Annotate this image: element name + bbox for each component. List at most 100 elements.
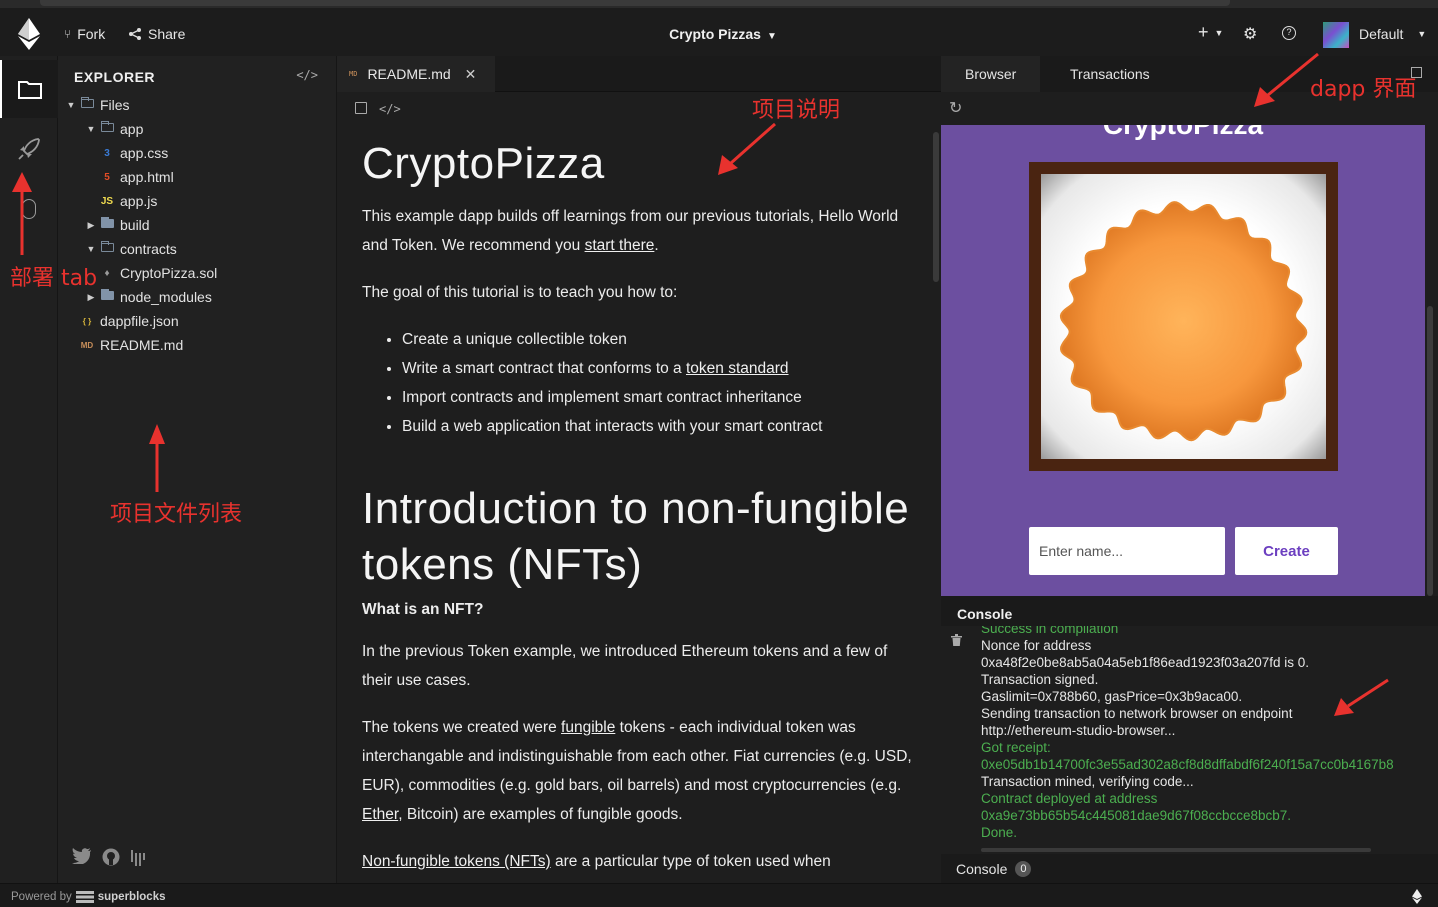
dapp-title: CryptoPizza — [941, 125, 1425, 141]
browser-tab[interactable] — [40, 0, 1230, 6]
editor-tab-bar: MD README.md ✕ — [337, 56, 941, 92]
doc-intro-paragraph: This example dapp builds off learnings f… — [362, 208, 899, 254]
nft-link[interactable]: Non-fungible tokens (NFTs) — [362, 853, 551, 870]
collapse-code-icon[interactable]: </> — [296, 68, 318, 82]
console-count-badge: 0 — [1015, 860, 1032, 877]
tree-item-contracts[interactable]: ▼ contracts — [84, 237, 177, 261]
social-links — [72, 848, 146, 866]
console-line: Sending transaction to network browser o… — [981, 706, 1293, 721]
rocket-icon — [18, 138, 40, 160]
chevron-down-icon: ▼ — [1417, 29, 1427, 39]
sol-file-icon: ♦ — [104, 267, 110, 279]
tree-item-label: app.html — [120, 169, 174, 185]
browser-tab-strip — [0, 0, 1438, 8]
fungible-link[interactable]: fungible — [561, 719, 615, 736]
powered-by-label: Powered by — [11, 891, 72, 903]
explorer-panel: EXPLORER </> ▼ Files ▼ app 3 app.css 5 app.html… — [58, 56, 337, 883]
ethereum-network-icon[interactable] — [1412, 889, 1422, 904]
pizza-name-input[interactable] — [1029, 527, 1225, 575]
tree-item-node-modules[interactable]: ▶ node_modules — [84, 285, 212, 309]
folder-icon — [98, 289, 116, 303]
caret-right-icon[interactable]: ▶ — [84, 292, 98, 303]
editor-toolbar: </> — [355, 102, 401, 116]
doc-goal-list: Create a unique collectible token Write … — [362, 325, 912, 441]
tab-transactions[interactable]: Transactions — [1046, 56, 1174, 92]
tree-item-label: CryptoPizza.sol — [120, 265, 218, 281]
console-header: Console — [941, 596, 1438, 626]
doc-goal-paragraph: The goal of this tutorial is to teach yo… — [362, 284, 678, 301]
files-tab[interactable] — [0, 60, 58, 118]
tab-readme[interactable]: MD README.md ✕ — [337, 56, 495, 92]
html-file-icon: 5 — [104, 171, 110, 183]
caret-down-icon[interactable]: ▼ — [84, 244, 98, 254]
doc-paragraph: The tokens we created were fungible toke… — [362, 719, 912, 823]
console-line: Done. — [981, 825, 1018, 840]
tree-item-label: build — [120, 217, 150, 233]
caret-right-icon[interactable]: ▶ — [84, 220, 98, 231]
code-view-icon[interactable]: </> — [379, 102, 401, 116]
github-icon[interactable] — [102, 848, 120, 866]
superblocks-brand[interactable]: superblocks — [98, 891, 166, 903]
tree-item-label: dappfile.json — [100, 313, 179, 329]
token-standard-link[interactable]: token standard — [686, 360, 789, 377]
doc-subheading: What is an NFT? — [362, 601, 484, 618]
annotation-readme: 项目说明 — [752, 98, 841, 123]
deploy-tab[interactable] — [0, 120, 58, 178]
create-button[interactable]: Create — [1235, 527, 1338, 575]
tree-item-app-css[interactable]: 3 app.css — [98, 141, 168, 165]
tree-item-dappfile-json[interactable]: { } dappfile.json — [78, 309, 179, 333]
add-menu-button[interactable]: + ▼ — [1198, 22, 1223, 43]
save-icon[interactable] — [355, 102, 367, 114]
mouse-icon[interactable] — [0, 180, 58, 238]
tree-item-label: node_modules — [120, 289, 212, 305]
gitter-icon[interactable] — [130, 848, 146, 866]
list-item: Import contracts and implement smart con… — [402, 383, 912, 412]
tree-item-app[interactable]: ▼ app — [84, 117, 143, 141]
console-line: 0xa9e73bb65b54c445081dae9d67f08ccbcce8bc… — [981, 808, 1292, 823]
console-line: 0xe05db1b14700fc3e55ad302a8cf8d8dffabdf6… — [981, 757, 1394, 772]
console-line: Success in compilation — [981, 626, 1119, 636]
gear-icon[interactable]: ⚙ — [1243, 24, 1257, 44]
avatar[interactable] — [1323, 22, 1349, 48]
twitter-icon[interactable] — [72, 848, 92, 864]
folder-icon — [18, 81, 42, 99]
explorer-title: EXPLORER — [74, 69, 156, 85]
tree-item-label: app.css — [120, 145, 169, 161]
tree-item-cryptopizza-sol[interactable]: ♦ CryptoPizza.sol — [98, 261, 217, 285]
tree-item-label: app.js — [120, 193, 158, 209]
preview-scrollbar[interactable] — [1427, 306, 1433, 596]
chevron-down-icon: ▼ — [1214, 27, 1224, 38]
tree-item-app-js[interactable]: JS app.js — [98, 189, 157, 213]
editor-scrollbar[interactable] — [933, 132, 939, 282]
tab-readme-label: README.md — [367, 66, 451, 82]
dapp-preview: CryptoPizza C — [941, 125, 1425, 596]
folder-icon — [78, 97, 96, 111]
pizza-canvas — [1041, 174, 1326, 459]
console-output: Success in compilation Nonce for address 0… — [941, 626, 1438, 854]
console-toggle[interactable]: Console 0 — [941, 854, 1438, 883]
powered-by: Powered by superblocks — [11, 891, 165, 903]
add-icon: + — [1198, 22, 1209, 42]
start-there-link[interactable]: start there — [585, 237, 655, 254]
tree-item-label: Files — [100, 97, 130, 113]
help-icon[interactable]: ? — [1282, 26, 1296, 40]
project-title: Crypto Pizzas — [669, 26, 761, 42]
reload-icon[interactable]: ↻ — [949, 98, 962, 118]
account-selector[interactable]: Default ▼ — [1359, 26, 1426, 42]
doc-paragraph: Non-fungible tokens (NFTs) are a particu… — [362, 853, 831, 870]
chevron-down-icon: ▼ — [766, 31, 777, 42]
tree-item-build[interactable]: ▶ build — [84, 213, 150, 237]
tree-item-label: README.md — [100, 337, 184, 353]
tree-item-readme-md[interactable]: MD README.md — [78, 333, 183, 357]
trash-icon[interactable] — [951, 634, 962, 649]
close-icon[interactable]: ✕ — [465, 66, 477, 83]
caret-down-icon[interactable]: ▼ — [84, 124, 98, 134]
tree-item-files[interactable]: ▼ Files — [64, 93, 130, 117]
console-scrollbar[interactable] — [981, 848, 1371, 852]
app-window: ⑂ Fork Share Crypto Pizzas ▼ + ▼ ⚙ ? Defau… — [0, 0, 1438, 907]
tab-browser[interactable]: Browser — [941, 56, 1041, 92]
folder-icon — [98, 121, 116, 135]
caret-down-icon[interactable]: ▼ — [64, 100, 78, 110]
ether-link[interactable]: Ether — [362, 806, 398, 823]
tree-item-app-html[interactable]: 5 app.html — [98, 165, 174, 189]
